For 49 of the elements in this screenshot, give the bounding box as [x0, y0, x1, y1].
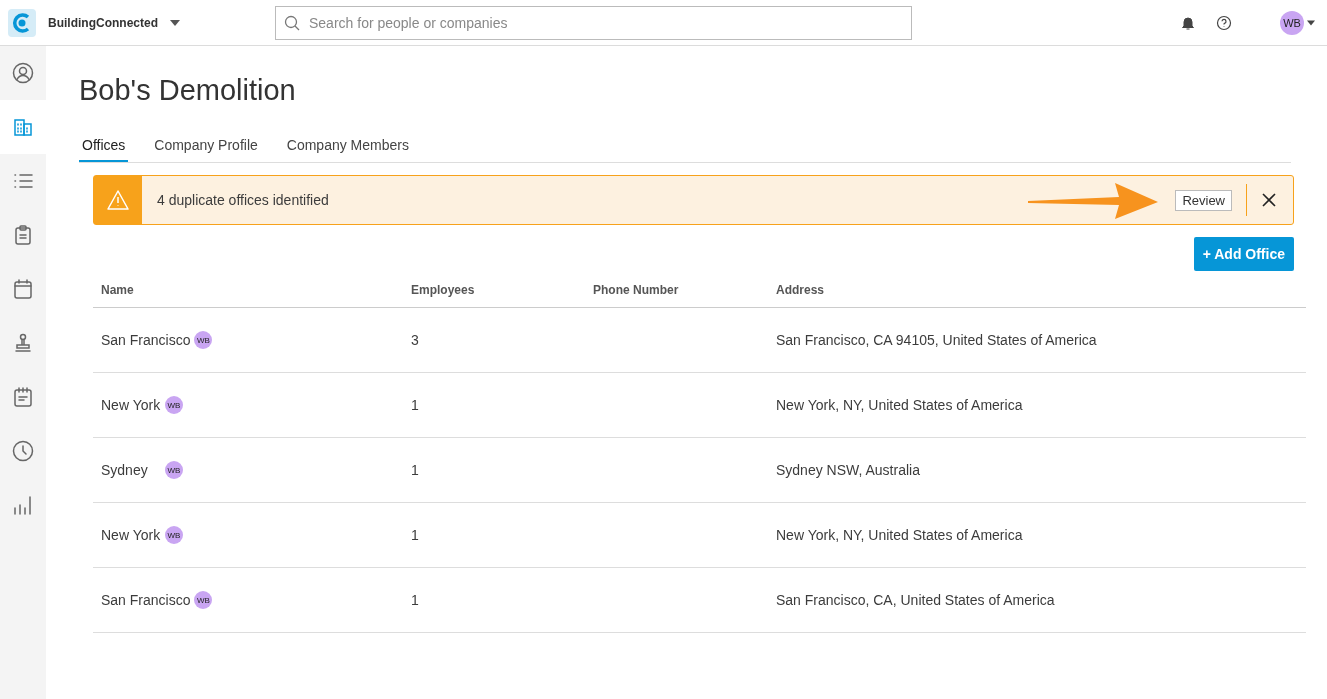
- user-avatar[interactable]: WB: [1280, 10, 1304, 35]
- user-badge: WB: [194, 591, 213, 609]
- help-icon[interactable]: [1216, 14, 1232, 31]
- employee-count: 3: [411, 332, 419, 348]
- office-address: Sydney NSW, Australia: [776, 462, 920, 478]
- logo-icon[interactable]: [8, 8, 36, 37]
- office-name[interactable]: New York: [101, 527, 161, 543]
- office-name[interactable]: Sydney: [101, 462, 161, 478]
- bar-chart-icon: [12, 494, 34, 516]
- office-address: New York, NY, United States of America: [776, 527, 1023, 543]
- building-icon: [12, 116, 34, 138]
- user-badge: WB: [165, 526, 183, 544]
- user-badge: WB: [165, 461, 183, 479]
- stamp-icon: [12, 332, 34, 354]
- employee-count: 1: [411, 462, 419, 478]
- planner-icon: [12, 386, 34, 408]
- tab[interactable]: Offices: [79, 133, 129, 162]
- caret-icon[interactable]: [170, 19, 180, 26]
- review-button[interactable]: Review: [1175, 189, 1232, 211]
- office-address: San Francisco, CA, United States of America: [776, 592, 1055, 608]
- search-icon: [284, 14, 300, 31]
- column-header: Phone Number: [585, 273, 768, 308]
- clock-icon: [12, 440, 34, 462]
- office-address: New York, NY, United States of America: [776, 397, 1023, 413]
- banner-message: 4 duplicate offices identified: [157, 192, 330, 208]
- bell-icon[interactable]: [1180, 14, 1196, 31]
- person-icon: [12, 62, 34, 84]
- sidebar-item[interactable]: [0, 100, 46, 154]
- office-name[interactable]: New York: [101, 397, 161, 413]
- caret-icon[interactable]: [1307, 19, 1315, 26]
- office-address: San Francisco, CA 94105, United States of America: [776, 332, 1097, 348]
- user-badge: WB: [194, 331, 213, 349]
- page-title: Bob's Demolition: [79, 74, 297, 107]
- app-name[interactable]: BuildingConnected: [48, 15, 158, 30]
- office-name[interactable]: San Francisco: [101, 332, 191, 348]
- office-name[interactable]: San Francisco: [101, 592, 191, 608]
- column-header: Name: [93, 273, 403, 308]
- column-header: Address: [768, 273, 1306, 308]
- column-header: Employees: [403, 273, 585, 308]
- tab[interactable]: Company Profile: [151, 133, 261, 162]
- employee-count: 1: [411, 527, 419, 543]
- clipboard-icon: [12, 224, 34, 246]
- user-badge: WB: [165, 396, 183, 414]
- employee-count: 1: [411, 592, 419, 608]
- close-icon[interactable]: [1261, 192, 1277, 208]
- calendar-icon: [12, 278, 34, 300]
- tab[interactable]: Company Members: [283, 133, 412, 162]
- employee-count: 1: [411, 397, 419, 413]
- search-field[interactable]: Search for people or companies: [275, 5, 912, 40]
